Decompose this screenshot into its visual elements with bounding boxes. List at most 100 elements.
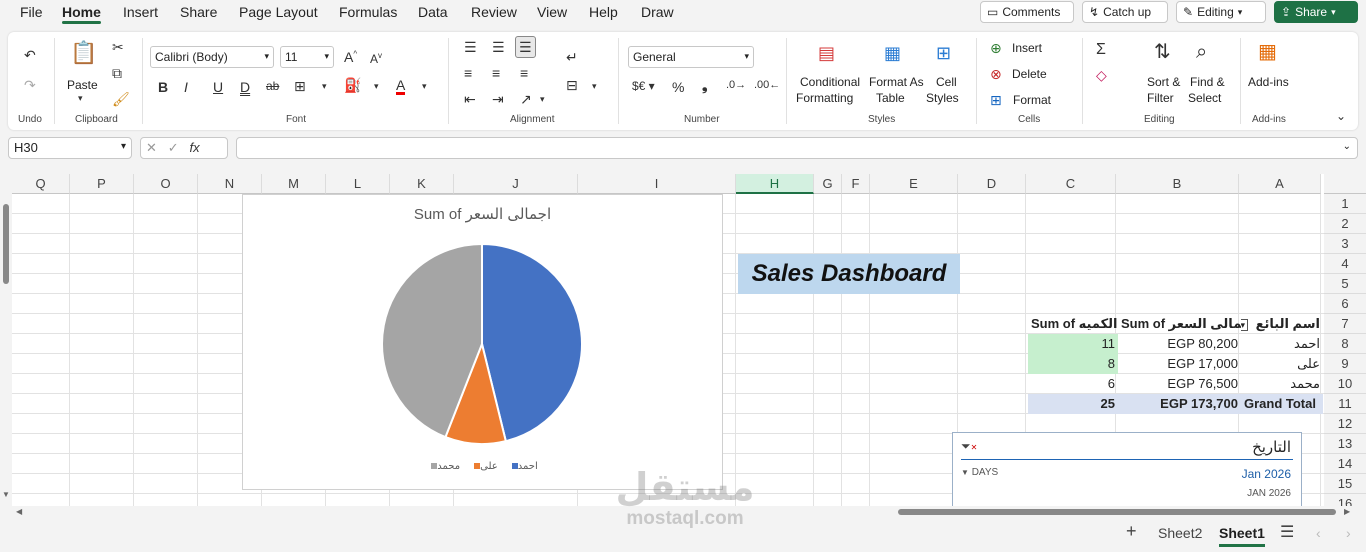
- row-header[interactable]: 12: [1324, 414, 1366, 434]
- next-sheet-icon[interactable]: ›: [1346, 525, 1351, 541]
- percent-icon[interactable]: %: [672, 80, 684, 94]
- chevron-down-icon[interactable]: ▾: [422, 82, 427, 91]
- scroll-down-icon[interactable]: ▼: [2, 490, 10, 499]
- column-header[interactable]: F: [842, 174, 870, 194]
- chevron-down-icon[interactable]: ▾: [374, 82, 379, 91]
- paste-icon[interactable]: 📋: [70, 42, 97, 64]
- format-as-table-icon[interactable]: ▦: [884, 44, 901, 62]
- share-button[interactable]: ⇪ Share ▾: [1274, 1, 1358, 23]
- slicer-period[interactable]: JAN 2026: [1247, 488, 1291, 499]
- conditional-formatting-icon[interactable]: ▤: [818, 44, 835, 62]
- increase-indent-icon[interactable]: ⇥: [492, 92, 504, 106]
- row-header[interactable]: 11: [1324, 394, 1366, 414]
- add-ins-button[interactable]: Add-ins: [1248, 75, 1289, 89]
- scroll-left-icon[interactable]: ◀: [16, 507, 22, 516]
- align-center-icon[interactable]: ≡: [492, 66, 500, 80]
- chevron-down-icon[interactable]: ▾: [540, 95, 545, 104]
- menu-help[interactable]: Help: [589, 4, 618, 20]
- strikethrough-icon[interactable]: ab: [266, 80, 279, 92]
- bold-icon[interactable]: B: [158, 80, 168, 94]
- cut-icon[interactable]: ✂: [112, 40, 124, 54]
- menu-view[interactable]: View: [537, 4, 567, 20]
- prev-sheet-icon[interactable]: ‹: [1316, 525, 1321, 541]
- copy-icon[interactable]: ⧉: [112, 66, 122, 80]
- menu-file[interactable]: File: [20, 4, 43, 20]
- name-box[interactable]: H30 ▾: [8, 137, 132, 159]
- function-icon[interactable]: fx: [190, 140, 200, 155]
- all-sheets-icon[interactable]: ☰: [1280, 522, 1294, 542]
- underline-icon[interactable]: U: [213, 80, 223, 94]
- formula-input[interactable]: ⌄: [236, 137, 1358, 159]
- number-format-select[interactable]: General ▾: [628, 46, 754, 68]
- column-header[interactable]: E: [870, 174, 958, 194]
- find-select-label-1[interactable]: Find &: [1190, 75, 1225, 89]
- scroll-right-icon[interactable]: ▶: [1344, 507, 1350, 516]
- row-header[interactable]: 13: [1324, 434, 1366, 454]
- delete-cells-icon[interactable]: ⊗: [990, 67, 1002, 81]
- menu-review[interactable]: Review: [471, 4, 517, 20]
- format-as-table-label-2[interactable]: Table: [876, 91, 905, 105]
- column-header[interactable]: N: [198, 174, 262, 194]
- column-header[interactable]: I: [578, 174, 736, 194]
- cell-styles-label-1[interactable]: Cell: [936, 75, 957, 89]
- legend-item[interactable]: محمد: [427, 461, 460, 472]
- sort-filter-label-1[interactable]: Sort &: [1147, 75, 1180, 89]
- cell-styles-label-2[interactable]: Styles: [926, 91, 959, 105]
- scroll-thumb[interactable]: [3, 204, 9, 284]
- align-right-icon[interactable]: ≡: [520, 66, 528, 80]
- column-header[interactable]: J: [454, 174, 578, 194]
- comma-style-icon[interactable]: ❟: [702, 78, 708, 92]
- menu-data[interactable]: Data: [418, 4, 448, 20]
- decrease-font-icon[interactable]: Av: [370, 52, 382, 66]
- font-name-select[interactable]: Calibri (Body) ▾: [150, 46, 274, 68]
- row-header[interactable]: 5: [1324, 274, 1366, 294]
- format-cells-button[interactable]: Format: [1013, 93, 1051, 107]
- align-bottom-icon[interactable]: ☰: [515, 36, 536, 58]
- catch-up-button[interactable]: ↯ Catch up: [1082, 1, 1168, 23]
- decrease-indent-icon[interactable]: ⇤: [464, 92, 476, 106]
- sheet-tab[interactable]: Sheet2: [1158, 525, 1202, 541]
- cancel-icon[interactable]: ✕: [146, 140, 157, 155]
- column-header[interactable]: G: [814, 174, 842, 194]
- font-size-select[interactable]: 11 ▾: [280, 46, 334, 68]
- row-header[interactable]: 6: [1324, 294, 1366, 314]
- conditional-formatting-label-2[interactable]: Formatting: [796, 91, 853, 105]
- row-header[interactable]: 9: [1324, 354, 1366, 374]
- add-sheet-icon[interactable]: +: [1126, 521, 1137, 542]
- borders-icon[interactable]: ⊞: [294, 79, 306, 93]
- increase-font-icon[interactable]: A^: [344, 50, 357, 64]
- select-all-corner[interactable]: [1324, 174, 1366, 194]
- pie-chart[interactable]: Sum of اجمالى السعر محمد على احمد: [242, 194, 723, 490]
- chevron-down-icon[interactable]: ▾: [322, 82, 327, 91]
- scroll-thumb[interactable]: [898, 509, 1336, 515]
- align-middle-icon[interactable]: ☰: [492, 40, 505, 54]
- row-header[interactable]: 3: [1324, 234, 1366, 254]
- sheet-tab-active[interactable]: Sheet1: [1219, 525, 1265, 547]
- wrap-text-icon[interactable]: ↵: [566, 50, 578, 64]
- row-header[interactable]: 4: [1324, 254, 1366, 274]
- font-color-icon[interactable]: A: [396, 78, 406, 95]
- row-header[interactable]: 2: [1324, 214, 1366, 234]
- column-header[interactable]: M: [262, 174, 326, 194]
- redo-icon[interactable]: ↷: [24, 78, 36, 92]
- row-header[interactable]: 10: [1324, 374, 1366, 394]
- menu-page-layout[interactable]: Page Layout: [239, 4, 318, 20]
- row-header[interactable]: 14: [1324, 454, 1366, 474]
- column-header[interactable]: A: [1239, 174, 1321, 194]
- confirm-icon[interactable]: ✓: [168, 140, 179, 155]
- chevron-down-icon[interactable]: ▾: [78, 94, 83, 103]
- legend-item[interactable]: احمد: [508, 461, 538, 472]
- clear-icon[interactable]: ◇: [1096, 68, 1107, 82]
- row-header[interactable]: 15: [1324, 474, 1366, 494]
- decrease-decimal-icon[interactable]: .00←: [754, 80, 780, 91]
- format-as-table-label-1[interactable]: Format As: [869, 75, 924, 89]
- column-header[interactable]: P: [70, 174, 134, 194]
- format-cells-icon[interactable]: ⊞: [990, 93, 1002, 107]
- orientation-icon[interactable]: ↗: [520, 92, 532, 106]
- fill-color-icon[interactable]: ⛽: [344, 78, 361, 92]
- column-header[interactable]: C: [1026, 174, 1116, 194]
- undo-icon[interactable]: ↶: [24, 48, 36, 62]
- menu-insert[interactable]: Insert: [123, 4, 158, 20]
- align-left-icon[interactable]: ≡: [464, 66, 472, 80]
- vertical-scrollbar[interactable]: ▼: [0, 194, 12, 506]
